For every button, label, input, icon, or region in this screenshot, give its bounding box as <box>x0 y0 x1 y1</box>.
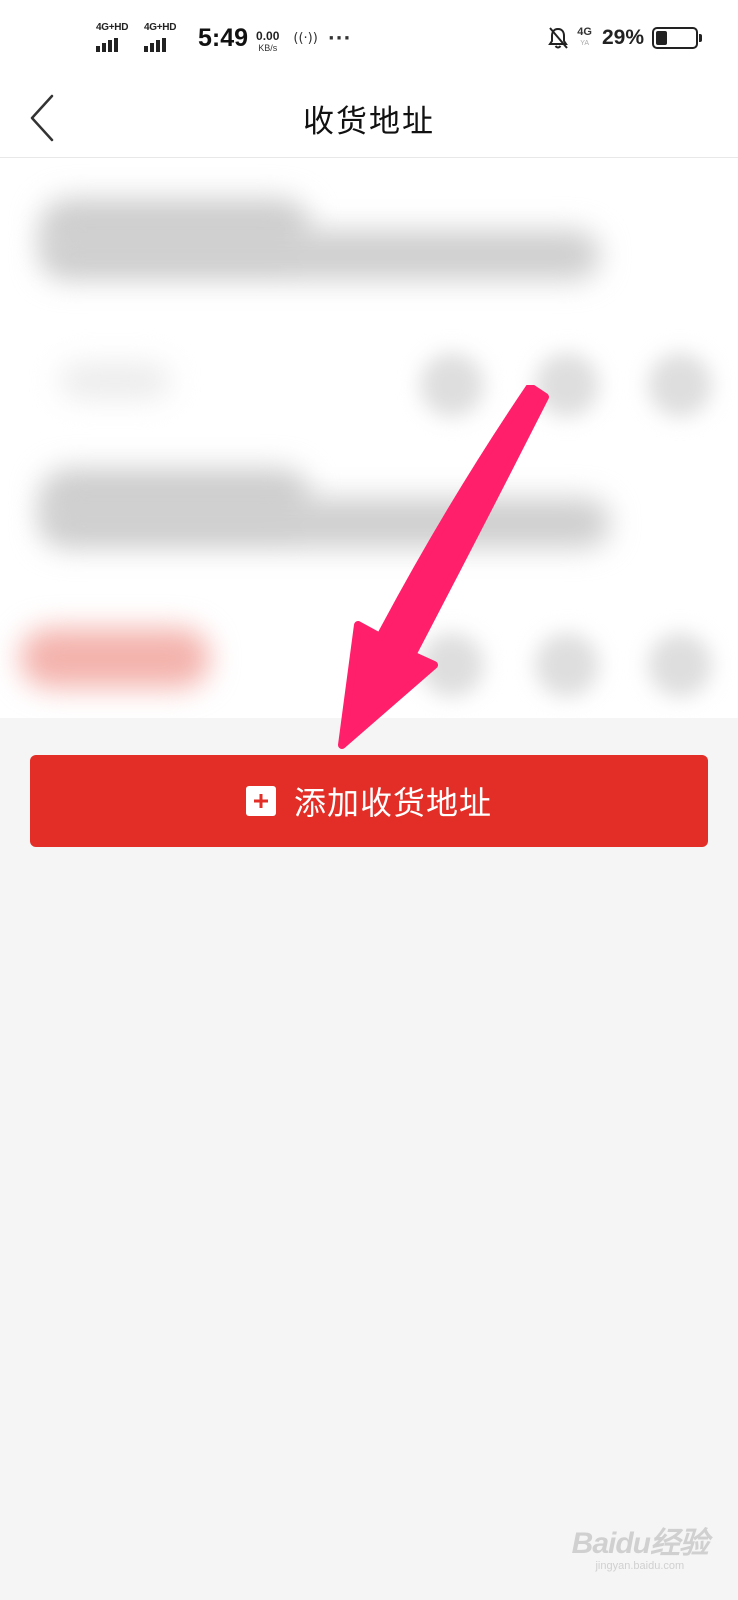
watermark-logo: Baidu经验 <box>571 1527 709 1560</box>
add-address-label: 添加收货地址 <box>293 784 492 822</box>
add-address-button[interactable]: 添加收货地址 <box>30 755 708 847</box>
page-title: 收货地址 <box>303 104 435 140</box>
more-notifications-icon: ··· <box>327 28 352 49</box>
bell-muted-icon <box>548 27 569 49</box>
network-type-label: 4G+HD <box>144 22 177 33</box>
network-type-label: 4G+HD <box>96 22 129 33</box>
signal-icon: 4G+HD <box>96 22 138 54</box>
plus-icon <box>245 786 276 816</box>
status-time: 5:49 <box>198 24 249 52</box>
address-list <box>0 158 738 718</box>
signal-icon: 4G+HD <box>144 22 186 54</box>
address-item[interactable] <box>0 158 738 438</box>
network-4g-icon: 4G YA <box>577 27 592 49</box>
speed-unit: KB/s <box>258 43 278 53</box>
battery-icon <box>652 27 702 49</box>
network-4g-label: 4G <box>577 26 592 38</box>
address-item[interactable] <box>0 438 738 718</box>
battery-fill <box>656 31 667 45</box>
watermark: Baidu经验 jingyan.baidu.com <box>571 1518 709 1572</box>
network-4g-sub: YA <box>580 40 590 47</box>
speed-value: 0.00 <box>256 29 280 43</box>
network-speed: 0.00 KB/s <box>256 30 279 54</box>
hotspot-icon: ((·)) <box>293 31 318 46</box>
status-bar: 4G+HD 4G+HD 5:49 0.00 KB/s ((·)) ··· 4G … <box>0 0 738 80</box>
battery-percent: 29% <box>601 26 644 49</box>
nav-bar: 收货地址 <box>0 80 738 158</box>
